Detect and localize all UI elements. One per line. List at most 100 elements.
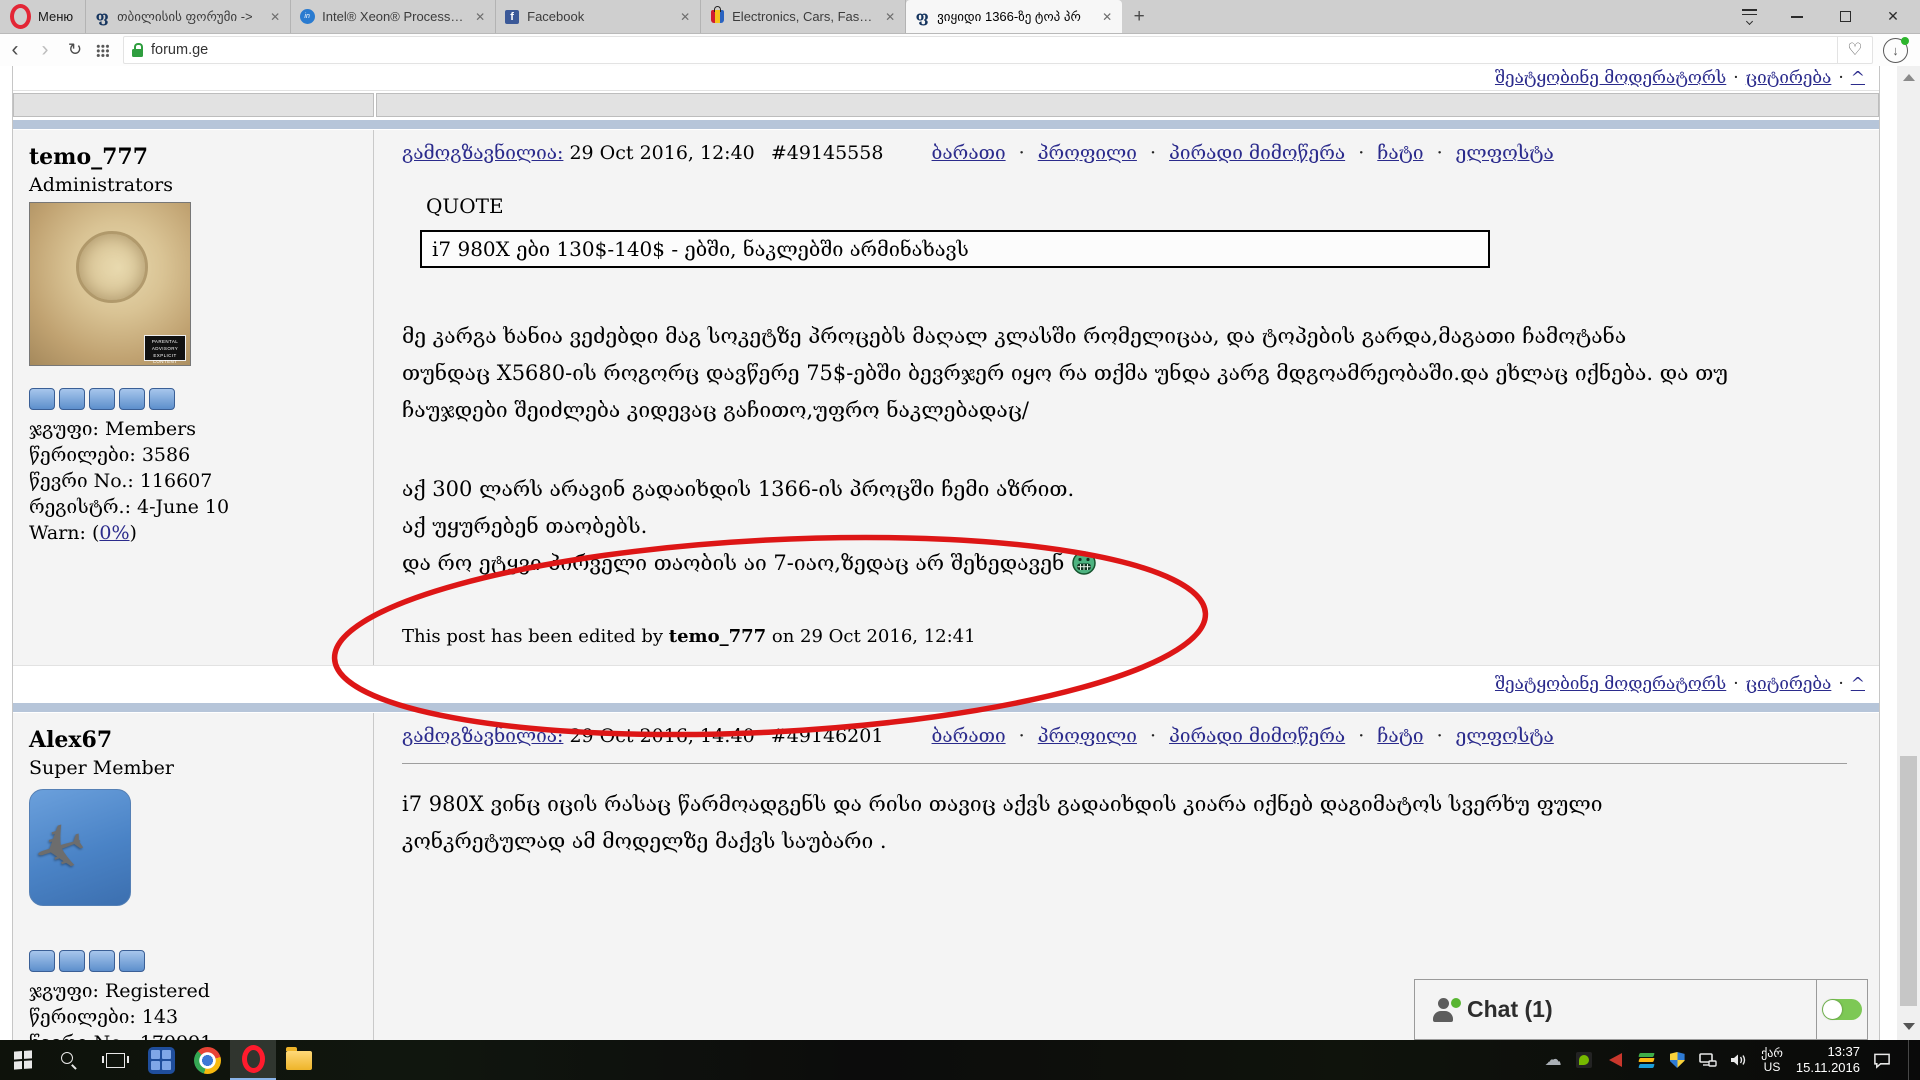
forward-button[interactable]: ›: [30, 35, 60, 65]
post-text-line: აქ 300 ლარს არავინ გადაიხდის 1366-ის პრო…: [402, 471, 1855, 508]
back-to-top-link[interactable]: ^: [1851, 674, 1865, 694]
new-tab-button[interactable]: +: [1122, 0, 1156, 33]
tab-menu-icon: [1742, 9, 1757, 23]
tab-close-icon[interactable]: ✕: [268, 10, 282, 24]
back-button[interactable]: ‹: [0, 35, 30, 65]
private-message-link[interactable]: პირადი მიმოწერა: [1169, 725, 1345, 747]
opera-menu-button[interactable]: Меню: [0, 0, 86, 33]
separator: ·: [1838, 68, 1843, 88]
address-bar: ‹ › ↻ forum.ge ♡ ↓: [0, 34, 1920, 67]
profile-link[interactable]: პროფილი: [1038, 725, 1137, 747]
chat-link[interactable]: ჩატი: [1377, 725, 1423, 747]
signature-cell: [376, 93, 1879, 117]
post-text-line: აქ უყურებენ თაობებს.: [402, 508, 1855, 545]
tab-close-icon[interactable]: ✕: [883, 10, 897, 24]
back-to-top-link[interactable]: ^: [1851, 68, 1865, 88]
url-field[interactable]: forum.ge ♡: [123, 36, 1873, 64]
folder-icon: [286, 1051, 312, 1070]
separator: ·: [1358, 725, 1364, 747]
separator: ·: [1019, 725, 1025, 747]
tab-shopping[interactable]: Electronics, Cars, Fashion, ✕: [701, 0, 906, 33]
report-moderator-link[interactable]: შეატყობინე მოდერატორს: [1495, 674, 1726, 694]
rating-square-icon: [59, 950, 85, 972]
browser-tab-bar: Меню ფ თბილისის ფორუმი -> ✕ in Intel® Xe…: [0, 0, 1920, 34]
restore-button[interactable]: [1834, 6, 1856, 28]
forum-thread-table: შეატყობინე მოდერატორს · ციტირება · ^ tem…: [12, 66, 1880, 1040]
onedrive-cloud-icon[interactable]: ☁: [1544, 1051, 1562, 1069]
post-text-paragraph: მე კარგა ხანია ვეძებდი მაგ სოკეტზე პროცე…: [402, 318, 1855, 429]
defender-shield-icon[interactable]: [1668, 1051, 1686, 1069]
quote-link[interactable]: ციტირება: [1746, 674, 1832, 694]
speaker-icon[interactable]: [1730, 1051, 1748, 1069]
private-message-link[interactable]: პირადი მიმოწერა: [1169, 142, 1345, 164]
email-link[interactable]: ელფოსტა: [1456, 142, 1554, 164]
taskbar-opera-active[interactable]: [230, 1040, 276, 1080]
chat-toggle-switch[interactable]: [1822, 999, 1862, 1020]
action-center-icon[interactable]: [1873, 1051, 1891, 1069]
start-button[interactable]: [0, 1040, 46, 1080]
chat-header[interactable]: Chat (1): [1415, 980, 1816, 1039]
close-button[interactable]: ✕: [1882, 6, 1904, 28]
nvidia-icon[interactable]: [1575, 1051, 1593, 1069]
taskbar-app-tiles[interactable]: [138, 1040, 184, 1080]
tab-intel[interactable]: in Intel® Xeon® Processor X ✕: [291, 0, 496, 33]
previous-post-footer: შეატყობინე მოდერატორს · ციტირება · ^: [13, 66, 1879, 91]
stat-warn: Warn: (0%): [29, 520, 373, 546]
taskbar-chrome[interactable]: [184, 1040, 230, 1080]
vertical-scrollbar[interactable]: [1897, 66, 1920, 1040]
tab-forum-home[interactable]: ფ თბილისის ფორუმი -> ✕: [86, 0, 291, 33]
username[interactable]: Alex67: [29, 727, 373, 753]
tab-active-thread[interactable]: ფ ვიყიდი 1366-ზე ტოპ პრ ✕: [906, 0, 1122, 33]
post-date: 29 Oct 2016, 14:40: [569, 725, 754, 747]
tab-close-icon[interactable]: ✕: [678, 10, 692, 24]
separator: ·: [1437, 725, 1443, 747]
task-view-button[interactable]: [92, 1040, 138, 1080]
scrollbar-thumb[interactable]: [1900, 756, 1917, 1006]
scroll-up-arrow-icon[interactable]: [1903, 74, 1915, 81]
bookmark-heart-button[interactable]: ♡: [1837, 37, 1872, 63]
search-button[interactable]: [46, 1040, 92, 1080]
quote-link[interactable]: ციტირება: [1746, 68, 1832, 88]
separator: ·: [1838, 674, 1843, 694]
tab-close-icon[interactable]: ✕: [1100, 10, 1114, 24]
profile-link[interactable]: პროფილი: [1038, 142, 1137, 164]
username[interactable]: temo_777: [29, 144, 373, 170]
tab-facebook[interactable]: f Facebook ✕: [496, 0, 701, 33]
rating-square-icon: [89, 950, 115, 972]
chat-user-icon: [1433, 998, 1455, 1022]
speed-dial-icon[interactable]: [96, 44, 109, 57]
stat-posts: წერილები: 143: [29, 1004, 373, 1030]
report-moderator-link[interactable]: შეატყობინე მოდერატორს: [1495, 68, 1726, 88]
download-icon: ↓: [1892, 43, 1899, 58]
rating-square-icon: [59, 388, 85, 410]
scroll-down-arrow-icon[interactable]: [1903, 1023, 1915, 1030]
separator: ·: [1150, 142, 1156, 164]
menu-label: Меню: [38, 9, 73, 24]
opera-logo-icon: [10, 4, 31, 29]
network-icon[interactable]: [1699, 1051, 1717, 1069]
volume-app-icon[interactable]: [1606, 1051, 1624, 1069]
online-dot: [1451, 998, 1461, 1008]
separator: ·: [1019, 142, 1025, 164]
rating-square-icon: [119, 950, 145, 972]
tab-menu-button[interactable]: [1738, 6, 1760, 28]
minimize-button[interactable]: [1786, 6, 1808, 28]
posted-link[interactable]: გამოგზავნილია:: [402, 725, 563, 747]
taskbar-file-explorer[interactable]: [276, 1040, 322, 1080]
shopping-bag-favicon: [711, 10, 724, 23]
post-text-paragraph: i7 980X ვინც იცის რასაც წარმოადგენს და რ…: [402, 786, 1855, 860]
posted-link[interactable]: გამოგზავნილია:: [402, 142, 563, 164]
show-desktop-button[interactable]: [1908, 1040, 1914, 1080]
card-link[interactable]: ბარათი: [932, 725, 1006, 747]
language-indicator[interactable]: ქარ US: [1761, 1046, 1783, 1074]
card-link[interactable]: ბარათი: [932, 142, 1006, 164]
reload-button[interactable]: ↻: [60, 35, 90, 65]
downloads-button[interactable]: ↓: [1883, 38, 1908, 63]
chat-link[interactable]: ჩატი: [1377, 142, 1423, 164]
email-link[interactable]: ელფოსტა: [1456, 725, 1554, 747]
warn-percent-link[interactable]: 0%: [99, 522, 129, 544]
url-text: forum.ge: [151, 42, 208, 58]
taskbar-clock[interactable]: 13:37 15.11.2016: [1796, 1044, 1860, 1076]
bluestacks-icon[interactable]: [1637, 1051, 1655, 1069]
tab-close-icon[interactable]: ✕: [473, 10, 487, 24]
